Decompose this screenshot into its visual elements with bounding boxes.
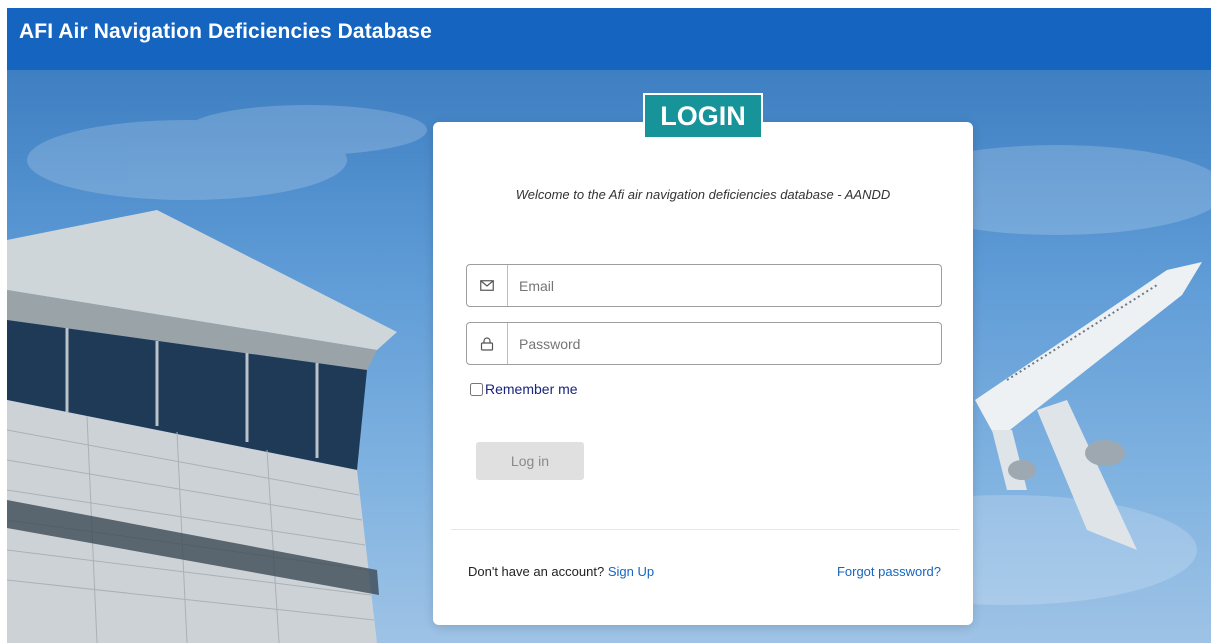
login-badge: LOGIN	[643, 93, 763, 139]
mail-icon	[467, 265, 508, 306]
signup-link[interactable]: Sign Up	[608, 564, 654, 579]
login-card: Welcome to the Afi air navigation defici…	[433, 122, 973, 625]
top-strip	[0, 0, 1211, 8]
email-input[interactable]	[508, 265, 941, 306]
welcome-message: Welcome to the Afi air navigation defici…	[515, 187, 891, 202]
app-title: AFI Air Navigation Deficiencies Database	[19, 20, 432, 43]
signup-prompt: Don't have an account? Sign Up	[468, 564, 654, 579]
control-tower	[7, 210, 397, 643]
email-field	[466, 264, 942, 307]
password-input[interactable]	[508, 323, 941, 364]
login-button[interactable]: Log in	[476, 442, 584, 480]
remember-me-checkbox[interactable]	[470, 382, 483, 396]
remember-me-label[interactable]: Remember me	[485, 381, 578, 397]
divider	[451, 529, 959, 530]
remember-me: Remember me	[470, 381, 578, 397]
app-header: AFI Air Navigation Deficiencies Database	[7, 8, 1211, 70]
lock-icon	[467, 323, 508, 364]
forgot-password-link[interactable]: Forgot password?	[837, 564, 941, 579]
password-field	[466, 322, 942, 365]
no-account-text: Don't have an account?	[468, 564, 605, 579]
